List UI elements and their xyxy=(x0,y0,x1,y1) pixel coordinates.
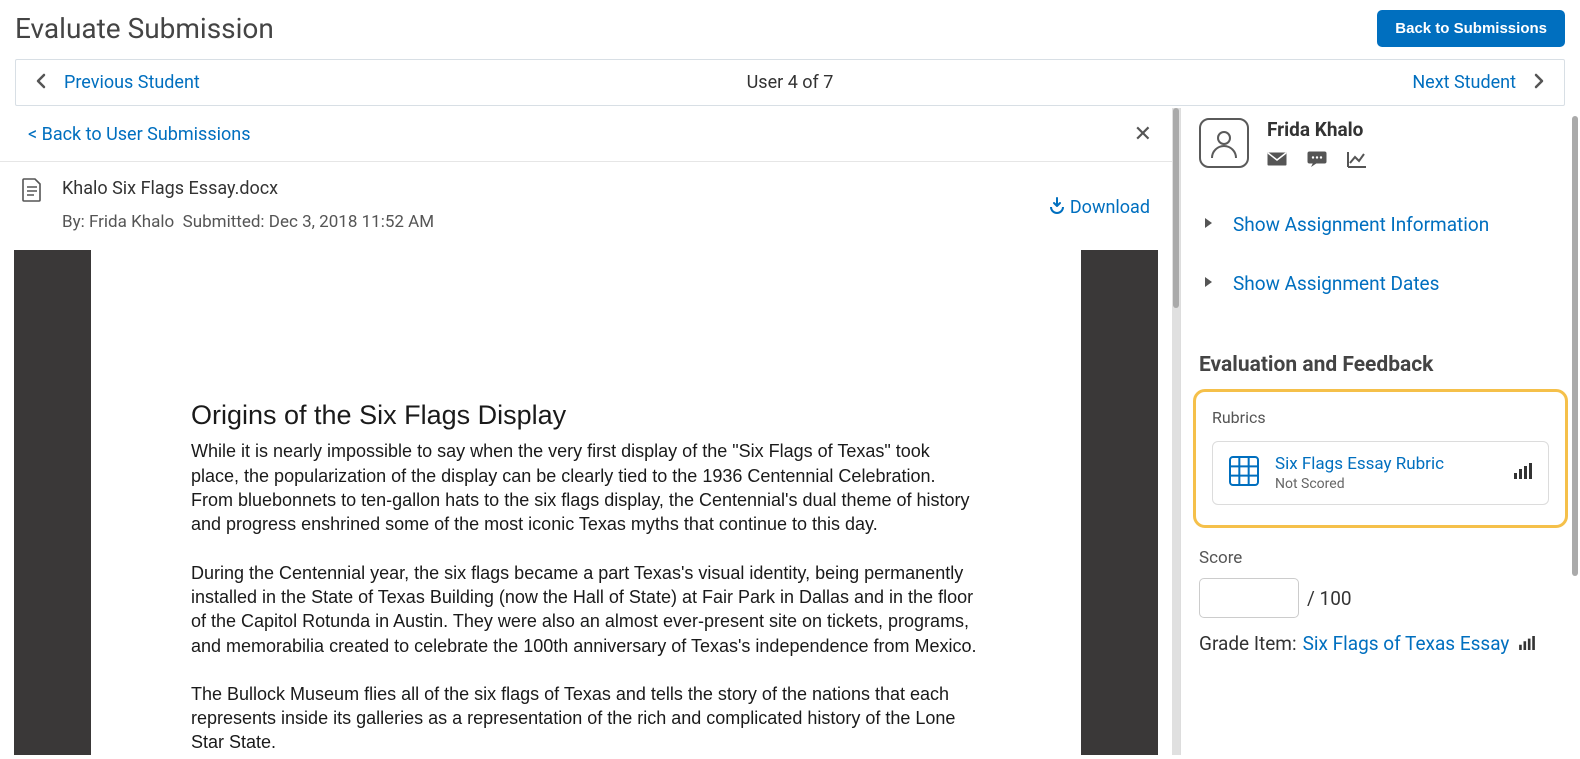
download-icon xyxy=(1048,196,1066,219)
student-position: User 4 of 7 xyxy=(747,72,834,93)
document-heading: Origins of the Six Flags Display xyxy=(191,400,981,431)
rubric-name: Six Flags Essay Rubric xyxy=(1275,454,1498,474)
grade-item-label: Grade Item: xyxy=(1199,632,1297,655)
document-paragraph: While it is nearly impossible to say whe… xyxy=(191,439,981,536)
chevron-right-icon[interactable] xyxy=(1534,73,1544,93)
bar-chart-icon[interactable] xyxy=(1519,632,1535,655)
score-max: / 100 xyxy=(1307,587,1352,610)
close-icon[interactable]: ✕ xyxy=(1134,122,1152,147)
show-assignment-info-toggle[interactable]: Show Assignment Information xyxy=(1199,195,1562,254)
document-paragraph: During the Centennial year, the six flag… xyxy=(191,561,981,658)
left-scrollbar[interactable] xyxy=(1173,108,1179,308)
score-input[interactable] xyxy=(1199,578,1299,618)
chevron-left-icon[interactable] xyxy=(36,73,46,93)
triangle-right-icon xyxy=(1203,276,1213,292)
show-assignment-dates-toggle[interactable]: Show Assignment Dates xyxy=(1199,254,1562,313)
student-name: Frida Khalo xyxy=(1267,118,1562,141)
document-viewer[interactable]: Origins of the Six Flags Display While i… xyxy=(14,250,1158,755)
bar-chart-icon xyxy=(1514,463,1532,483)
right-scrollbar[interactable] xyxy=(1572,116,1578,576)
rubric-card[interactable]: Six Flags Essay Rubric Not Scored xyxy=(1212,441,1549,505)
file-byline: By: Frida Khalo Submitted: Dec 3, 2018 1… xyxy=(62,206,1028,238)
download-link[interactable]: Download xyxy=(1048,196,1150,219)
rubrics-label: Rubrics xyxy=(1212,408,1549,427)
rubric-grid-icon xyxy=(1229,456,1259,490)
student-nav-bar: Previous Student User 4 of 7 Next Studen… xyxy=(15,59,1565,106)
previous-student-link[interactable]: Previous Student xyxy=(64,72,200,93)
next-student-link[interactable]: Next Student xyxy=(1412,72,1516,93)
back-to-submissions-button[interactable]: Back to Submissions xyxy=(1377,10,1565,47)
score-label: Score xyxy=(1199,548,1562,568)
triangle-right-icon xyxy=(1203,217,1213,233)
grade-item-link[interactable]: Six Flags of Texas Essay xyxy=(1303,632,1510,655)
document-icon xyxy=(22,178,42,206)
file-name: Khalo Six Flags Essay.docx xyxy=(62,172,1028,206)
progress-icon[interactable] xyxy=(1347,151,1367,173)
document-page: Origins of the Six Flags Display While i… xyxy=(91,250,1081,755)
email-icon[interactable] xyxy=(1267,151,1287,173)
rubrics-section-highlight: Rubrics Six Flags Essay Rubric Not Score… xyxy=(1193,389,1568,528)
instant-message-icon[interactable] xyxy=(1307,151,1327,173)
document-paragraph: The Bullock Museum flies all of the six … xyxy=(191,682,981,755)
back-to-user-submissions-link[interactable]: < Back to User Submissions xyxy=(28,124,250,145)
rubric-status: Not Scored xyxy=(1275,476,1498,492)
avatar xyxy=(1199,118,1249,168)
evaluation-feedback-heading: Evaluation and Feedback xyxy=(1199,353,1562,377)
page-title: Evaluate Submission xyxy=(15,12,274,45)
